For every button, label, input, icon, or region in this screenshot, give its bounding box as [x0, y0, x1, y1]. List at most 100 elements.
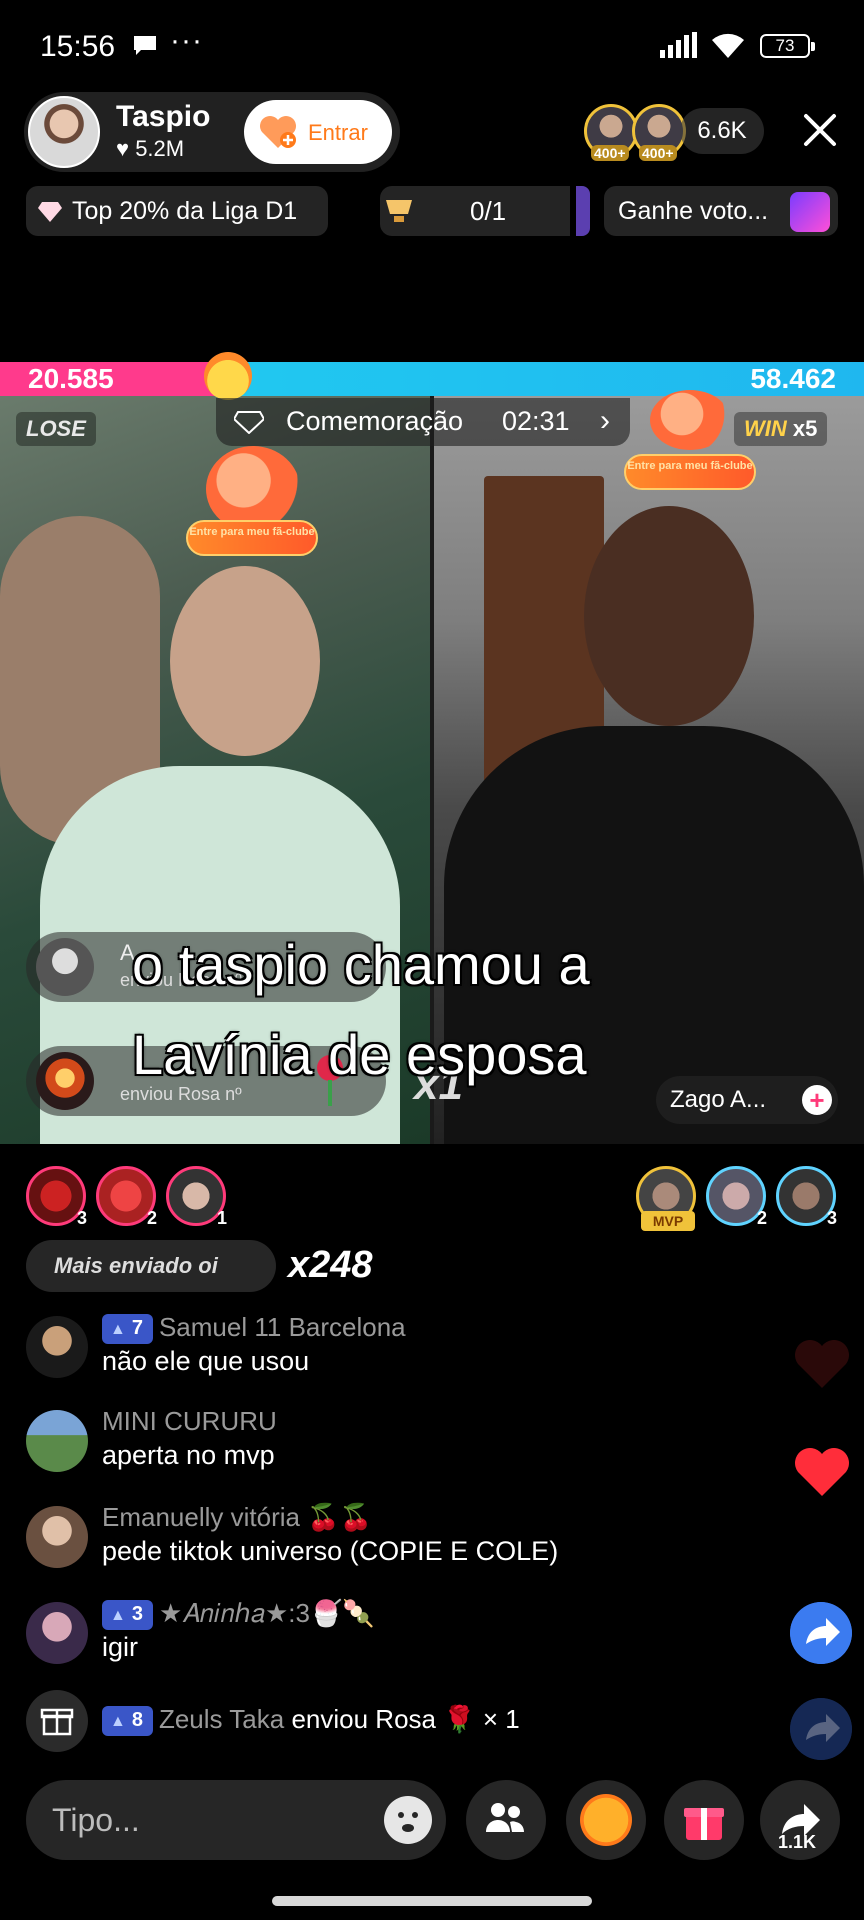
supporter-rank: 3 [76, 1208, 87, 1228]
like-heart-icon[interactable] [792, 1446, 852, 1498]
caption-line-1: o taspio chamou a [132, 933, 590, 996]
level-number: 7 [131, 1317, 143, 1339]
share-button[interactable]: 1.1K [760, 1780, 840, 1860]
message-icon [134, 36, 156, 55]
celebration-banner[interactable]: Comemoração 02:31 › [216, 398, 630, 446]
floating-heart-icon [795, 1340, 849, 1388]
celebration-timer: 02:31 [502, 406, 570, 436]
emoji-icon[interactable] [384, 1796, 432, 1844]
viewer-avatar[interactable]: 400+ [584, 104, 638, 161]
level-icon: ▲ [110, 1607, 126, 1624]
supporter-rank: 1 [216, 1208, 227, 1228]
league-pill[interactable]: Top 20% da Liga D1 [26, 186, 328, 236]
votes-pill[interactable]: Ganhe voto... [604, 186, 838, 236]
comment-placeholder: Tipo... [52, 1802, 140, 1838]
close-icon[interactable] [800, 110, 840, 150]
viewer-avatar[interactable]: 400+ [632, 104, 686, 161]
celebration-label: Comemoração [286, 406, 464, 436]
tiktok-promo-button[interactable] [566, 1780, 646, 1860]
gift-detail: enviou Rosa nº [120, 1084, 242, 1104]
level-icon: ▲ [110, 1321, 126, 1338]
battery-icon: 73 [760, 34, 815, 58]
join-label: Entrar [308, 120, 368, 145]
win-streak: x5 [792, 416, 818, 441]
chat-avatar[interactable] [26, 1316, 88, 1378]
supporter-rank: 3 [826, 1208, 837, 1228]
gift-log-line: ▲ 8 Zeuls Taka enviou Rosa 🌹 × 1 [102, 1704, 520, 1736]
left-supporter-avatar[interactable]: 1 [166, 1166, 227, 1228]
level-number: 3 [131, 1603, 143, 1625]
gifter-avatar [36, 1052, 94, 1110]
comment-input[interactable]: Tipo... [26, 1780, 446, 1860]
chat-text: aperta no mvp [102, 1440, 275, 1470]
fan-club-button-right[interactable]: Entre para meu fã-clube [624, 454, 756, 490]
more-notifications-icon: ··· [170, 24, 203, 57]
right-supporter-avatar[interactable]: 3 [776, 1166, 837, 1228]
people-icon [486, 1803, 524, 1832]
chat-avatar[interactable] [26, 1602, 88, 1664]
gift-button[interactable] [664, 1780, 744, 1860]
left-supporter-avatar[interactable]: 3 [26, 1166, 87, 1228]
guests-button[interactable] [466, 1780, 546, 1860]
gift-box-icon [40, 1708, 74, 1736]
trophy-icon [386, 200, 412, 222]
chat-text: pede tiktok universo (COPIE E COLE) [102, 1536, 559, 1566]
mvp-badge: MVP [641, 1211, 695, 1231]
level-badge: ▲ 3 [102, 1600, 153, 1630]
opponent-name-pill[interactable]: Zago A... + [656, 1076, 838, 1124]
chat-text: não ele que usou [102, 1346, 310, 1376]
chat-username: Emanuelly vitória 🍒🍒 [102, 1502, 372, 1532]
chevron-right-icon: › [600, 404, 610, 437]
opponent-name: Zago A... [670, 1086, 767, 1113]
follow-plus-icon[interactable]: + [802, 1085, 832, 1115]
host-card[interactable]: Taspio ♥ 5.2M Entrar [24, 92, 400, 172]
share-arrow-icon[interactable] [790, 1602, 852, 1664]
supporter-rank: 2 [756, 1208, 767, 1228]
status-bar: 15:56 ··· 73 [0, 0, 864, 92]
right-supporter-avatar[interactable]: 2 [706, 1166, 767, 1228]
host-head [170, 566, 320, 756]
gift-log-icon[interactable] [26, 1690, 88, 1752]
gifter-avatar [36, 938, 94, 996]
most-sent-pill[interactable]: Mais enviado oi [26, 1240, 276, 1292]
host-avatar[interactable] [28, 96, 100, 168]
left-score: 20.585 [28, 363, 114, 394]
chat-username: ★𝐴𝑛𝑖𝑛ℎ𝑎★:3🍧🍡 [158, 1598, 375, 1628]
win-badge: WIN x5 [734, 412, 828, 446]
join-fan-club-button[interactable]: Entrar [244, 100, 392, 164]
win-label: WIN [744, 416, 787, 441]
fan-heart-plus-icon [260, 116, 296, 148]
fan-club-heart-icon [650, 390, 730, 450]
league-label: Top 20% da Liga D1 [72, 197, 298, 225]
chat-avatar[interactable] [26, 1410, 88, 1472]
heart-icon: ♥ [116, 136, 130, 161]
level-badge: ▲ 8 [102, 1706, 153, 1736]
level-badge: ▲ 7 [102, 1314, 153, 1344]
viewer-count[interactable]: 6.6K [680, 108, 764, 154]
lose-badge: LOSE [16, 412, 96, 446]
viewer-badge: 400+ [591, 145, 629, 161]
opponent-head [584, 506, 754, 726]
gift-log-text: enviou Rosa 🌹 × 1 [291, 1704, 520, 1734]
tiktok-coin-icon [580, 1794, 632, 1846]
chat-text: igir [102, 1632, 139, 1662]
goal-pill[interactable]: 0/1 [380, 186, 590, 236]
host-likes-count: 5.2M [135, 136, 185, 161]
goal-progress: 0/1 [470, 196, 507, 226]
home-indicator[interactable] [272, 1896, 592, 1906]
chat-avatar[interactable] [26, 1506, 88, 1568]
chat-username-line: ▲ 7 Samuel 11 Barcelona [102, 1312, 406, 1344]
pill-edge [576, 186, 590, 236]
diamond-outline-icon [234, 411, 264, 434]
supporter-rank: 2 [146, 1208, 157, 1228]
level-icon: ▲ [110, 1713, 126, 1730]
chat-username: MINI CURURU [102, 1406, 277, 1436]
gift-icon [684, 1808, 724, 1840]
signal-icon [660, 32, 697, 58]
mvp-supporter-avatar[interactable]: MVP [636, 1166, 696, 1231]
left-supporter-avatar[interactable]: 2 [96, 1166, 157, 1228]
fan-club-button-left[interactable]: Entre para meu fã-clube [186, 520, 318, 556]
share-arrow-icon[interactable] [790, 1698, 852, 1760]
most-sent-count: x248 [288, 1244, 373, 1286]
host-name: Taspio [116, 100, 211, 133]
